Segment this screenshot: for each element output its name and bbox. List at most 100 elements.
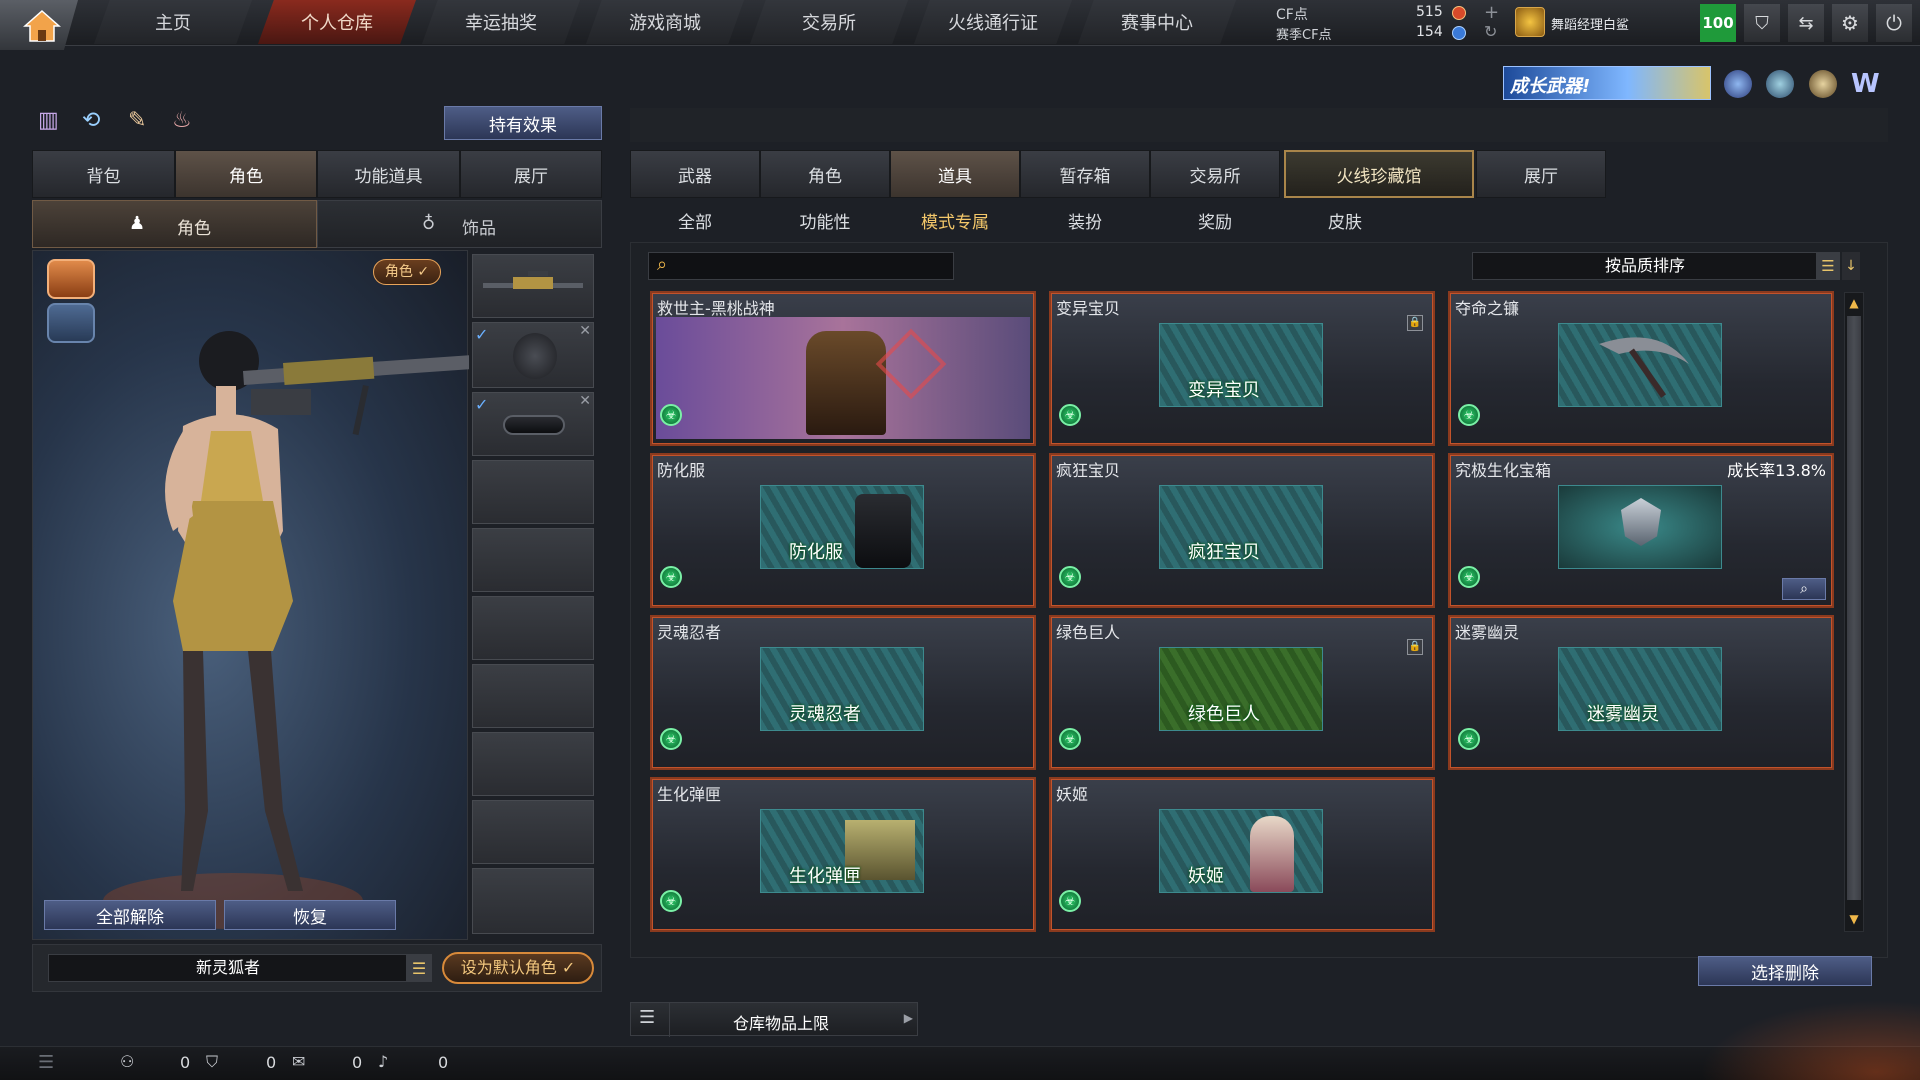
refresh-icon[interactable]: ↻ bbox=[1484, 22, 1497, 41]
sort-dropdown[interactable]: 按品质排序 bbox=[1472, 252, 1818, 280]
restore-button[interactable]: 恢复 bbox=[224, 900, 396, 930]
item-thumbnail bbox=[1558, 323, 1722, 407]
item-card[interactable]: 妖姬 妖姬 ☣ bbox=[1049, 777, 1435, 932]
equip-slot-5[interactable] bbox=[472, 528, 594, 592]
nav-game-mall[interactable]: 游戏商城 bbox=[586, 0, 744, 44]
scroll-up-icon[interactable]: ▲ bbox=[1846, 294, 1862, 312]
clan-icon[interactable]: ⛉ bbox=[206, 1052, 218, 1072]
subtab-rewards[interactable]: 奖励 bbox=[1150, 200, 1280, 240]
item-thumbnail: 绿色巨人 bbox=[1159, 647, 1323, 731]
remove-icon[interactable]: ✕ bbox=[579, 323, 591, 339]
nav-exchange[interactable]: 交易所 bbox=[750, 0, 908, 44]
event-icon-1[interactable] bbox=[1724, 70, 1752, 98]
gear-icon[interactable]: ⚙ bbox=[1832, 4, 1868, 42]
list-icon[interactable]: ☰ bbox=[38, 1052, 54, 1073]
item-card[interactable]: 疯狂宝贝 疯狂宝贝 ☣ bbox=[1049, 453, 1435, 608]
subtab-character[interactable]: ♟ 角色 bbox=[32, 200, 317, 248]
storage-limit-bar[interactable]: ☰ 仓库物品上限 ▶ bbox=[630, 1002, 918, 1037]
tab-items[interactable]: 道具 bbox=[890, 150, 1020, 198]
biohazard-icon: ☣ bbox=[1059, 890, 1081, 912]
equip-slot-helmet[interactable]: ✓ ✕ bbox=[472, 322, 594, 388]
switch-icon[interactable]: ⇆ bbox=[1788, 4, 1824, 42]
effects-button[interactable]: 持有效果 bbox=[444, 106, 602, 140]
chat-icon[interactable]: ✉ bbox=[292, 1052, 305, 1071]
nav-home[interactable]: 主页 bbox=[94, 0, 252, 44]
set-default-character-button[interactable]: 设为默认角色 ✓ bbox=[442, 952, 594, 984]
equip-slot-4[interactable] bbox=[472, 460, 594, 524]
refresh-circle-icon[interactable]: ⟲ bbox=[82, 108, 108, 136]
tab-backpack[interactable]: 背包 bbox=[32, 150, 175, 198]
season-cf-label: 赛季CF点 bbox=[1276, 28, 1332, 43]
w-logo-icon[interactable]: W bbox=[1851, 70, 1881, 98]
equip-slot-goggles[interactable]: ✓ ✕ bbox=[472, 392, 594, 456]
item-thumbnail bbox=[1558, 485, 1722, 569]
item-card[interactable]: 灵魂忍者 灵魂忍者 ☣ bbox=[650, 615, 1036, 770]
scroll-down-icon[interactable]: ▼ bbox=[1846, 910, 1862, 928]
tab-functional-items[interactable]: 功能道具 bbox=[317, 150, 460, 198]
subtab-dress-up[interactable]: 装扮 bbox=[1020, 200, 1150, 240]
item-card[interactable]: 夺命之镰 ☣ bbox=[1448, 291, 1834, 446]
equip-slot-primary[interactable] bbox=[472, 254, 594, 318]
menu-icon[interactable]: ☰ bbox=[406, 954, 432, 982]
item-card[interactable]: 变异宝贝 🔒 变异宝贝 ☣ bbox=[1049, 291, 1435, 446]
nav-personal-warehouse[interactable]: 个人仓库 bbox=[258, 0, 416, 44]
tab-exhibit[interactable]: 展厅 bbox=[1476, 150, 1606, 198]
character-badge[interactable]: 角色 ✓ bbox=[373, 259, 441, 285]
badge-icon[interactable] bbox=[1809, 70, 1837, 98]
subtab-all[interactable]: 全部 bbox=[630, 200, 760, 240]
subtab-functional[interactable]: 功能性 bbox=[760, 200, 890, 240]
character-preview[interactable]: 角色 ✓ bbox=[32, 250, 469, 940]
tab-showroom[interactable]: 展厅 bbox=[460, 150, 602, 198]
add-icon[interactable]: + bbox=[1484, 2, 1499, 23]
item-card[interactable]: 迷雾幽灵 迷雾幽灵 ☣ bbox=[1448, 615, 1834, 770]
nav-battle-pass[interactable]: 火线通行证 bbox=[914, 0, 1072, 44]
item-card[interactable]: 防化服 防化服 ☣ bbox=[650, 453, 1036, 608]
search-icon: ⌕ bbox=[657, 254, 668, 275]
speaker-icon[interactable]: ♪ bbox=[378, 1052, 388, 1071]
search-input[interactable]: ⌕ bbox=[648, 252, 954, 280]
tab-storage-box[interactable]: 暂存箱 bbox=[1020, 150, 1150, 198]
nav-event-center[interactable]: 赛事中心 bbox=[1078, 0, 1236, 44]
item-card[interactable]: 生化弹匣 生化弹匣 ☣ bbox=[650, 777, 1036, 932]
thumb-label: 防化服 bbox=[789, 542, 843, 563]
wolf-emblem-icon[interactable] bbox=[47, 259, 95, 299]
season-coin-icon bbox=[1452, 26, 1466, 40]
remove-icon[interactable]: ✕ bbox=[579, 393, 591, 409]
item-card[interactable]: 救世主-黑桃战神 ☣ bbox=[650, 291, 1036, 446]
sort-menu-icon[interactable]: ☰ bbox=[1816, 252, 1840, 280]
globe-icon[interactable] bbox=[1766, 70, 1794, 98]
tab-characters[interactable]: 角色 bbox=[760, 150, 890, 198]
equip-slot-9[interactable] bbox=[472, 800, 594, 864]
nav-lucky-draw[interactable]: 幸运抽奖 bbox=[422, 0, 580, 44]
paint-icon[interactable]: ✎ bbox=[128, 108, 154, 136]
item-title: 妖姬 bbox=[1056, 785, 1089, 804]
tab-collection-hall[interactable]: 火线珍藏馆 bbox=[1284, 150, 1474, 198]
stats-icon[interactable]: ▥ bbox=[38, 108, 64, 136]
equip-slot-7[interactable] bbox=[472, 664, 594, 728]
scrollbar-thumb[interactable] bbox=[1847, 316, 1861, 900]
subtab-skins[interactable]: 皮肤 bbox=[1280, 200, 1410, 240]
growth-weapon-banner[interactable]: 成长武器! bbox=[1503, 66, 1711, 100]
tab-trade[interactable]: 交易所 bbox=[1150, 150, 1280, 198]
magnify-button[interactable]: ⌕ bbox=[1782, 578, 1826, 600]
tab-character[interactable]: 角色 bbox=[175, 150, 317, 198]
item-card[interactable]: 究极生化宝箱 成长率13.8% ☣ ⌕ bbox=[1448, 453, 1834, 608]
shield-icon[interactable]: ⛉ bbox=[1744, 4, 1780, 42]
subtab-mode-exclusive[interactable]: 模式专属 bbox=[890, 200, 1020, 240]
bag-icon[interactable]: ♨ bbox=[172, 108, 198, 136]
subtab-accessories[interactable]: ♁ 饰品 bbox=[317, 200, 602, 248]
level-badge[interactable]: 100 bbox=[1700, 4, 1736, 42]
item-card[interactable]: 绿色巨人 🔒 绿色巨人 ☣ bbox=[1049, 615, 1435, 770]
friends-icon[interactable]: ⚇ bbox=[120, 1052, 134, 1071]
equip-slot-8[interactable] bbox=[472, 732, 594, 796]
equip-slot-6[interactable] bbox=[472, 596, 594, 660]
tab-weapons[interactable]: 武器 bbox=[630, 150, 760, 198]
power-icon[interactable]: ⏻ bbox=[1876, 4, 1912, 42]
equip-slot-10[interactable] bbox=[472, 868, 594, 934]
biohazard-icon: ☣ bbox=[1059, 728, 1081, 750]
alt-emblem-icon[interactable] bbox=[47, 303, 95, 343]
unequip-all-button[interactable]: 全部解除 bbox=[44, 900, 216, 930]
sort-direction-icon[interactable]: ↓ bbox=[1842, 252, 1860, 280]
thumb-label: 变异宝贝 bbox=[1188, 380, 1260, 401]
select-delete-button[interactable]: 选择删除 bbox=[1698, 956, 1872, 986]
